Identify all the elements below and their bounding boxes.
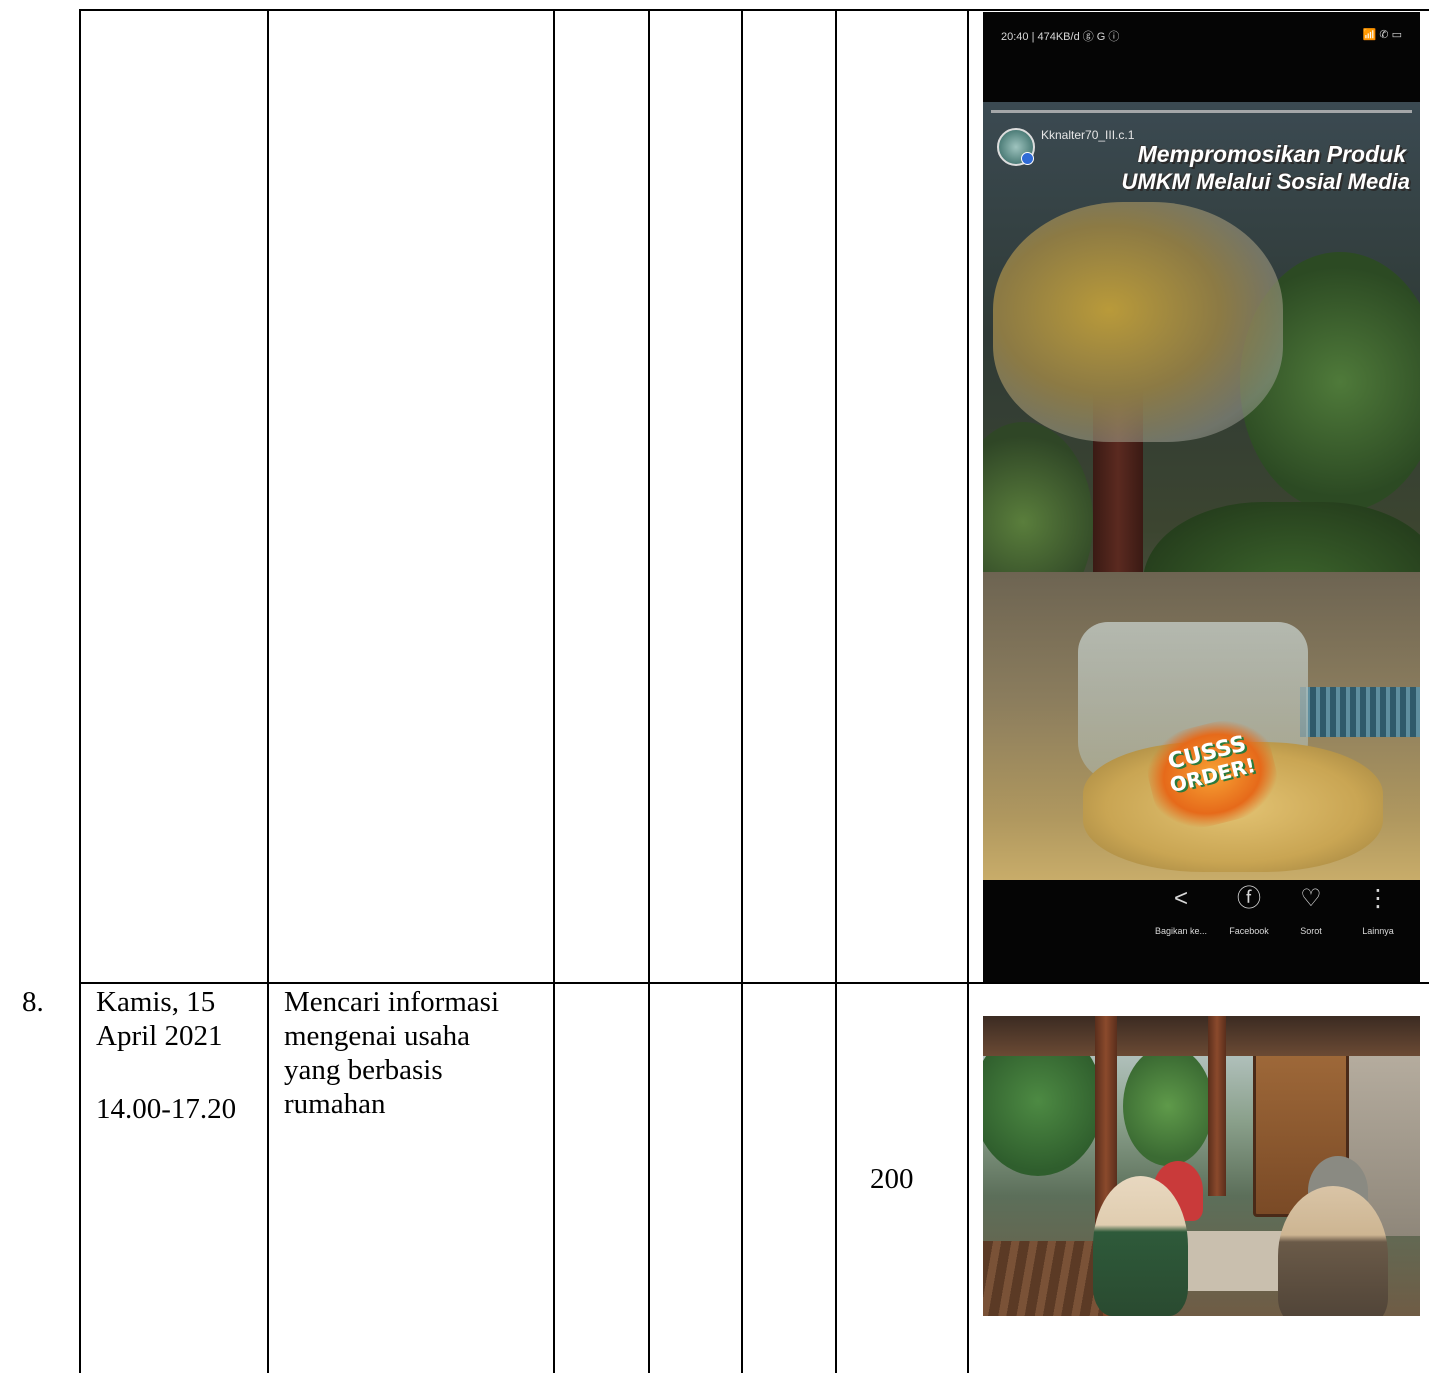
row-divider — [79, 982, 1429, 984]
person — [1278, 1186, 1388, 1316]
more-icon: ⋮ — [1366, 885, 1390, 912]
headline-line-2: UMKM Melalui Sosial Media — [1121, 169, 1411, 194]
bench — [983, 1241, 1103, 1316]
activity-line-2: mengenai usaha — [284, 1020, 471, 1052]
column-border — [79, 9, 81, 1373]
activity-photo — [983, 1016, 1420, 1316]
column-border — [835, 9, 837, 1373]
status-right: 📶 ✆ ▭ — [1362, 29, 1402, 41]
more-button[interactable]: ⋮ Lainnya — [1338, 884, 1418, 936]
column-border — [967, 9, 969, 1373]
phone-status-bar: 20:40 | 474KB/d ⓖ G ⓘ 📶 ✆ ▭ — [1001, 28, 1402, 52]
column-border — [648, 9, 650, 1373]
snack-bag — [993, 202, 1283, 442]
tree — [1123, 1046, 1213, 1166]
activity-line-4: rumahan — [284, 1088, 386, 1120]
headline-line-1: Mempromosikan Produk — [1137, 141, 1406, 167]
person — [1093, 1176, 1188, 1316]
column-border — [553, 9, 555, 1373]
value-cell: 200 — [870, 1163, 914, 1195]
column-border — [741, 9, 743, 1373]
date-line-1: Kamis, 15 — [96, 986, 216, 1018]
date-line-2: April 2021 — [96, 1020, 223, 1052]
more-label: Lainnya — [1362, 926, 1394, 936]
story-progress-bar — [991, 110, 1412, 113]
wooden-post — [1208, 1016, 1226, 1196]
roof — [983, 1016, 1420, 1056]
table-top-border — [79, 9, 1429, 11]
story-actions: < Bagikan ke... ⓕ Facebook ♡ Sorot ⋮ Lai… — [983, 884, 1420, 974]
fence — [1300, 687, 1420, 737]
status-left: 20:40 | 474KB/d ⓖ G ⓘ — [1001, 31, 1120, 43]
activity-line-1: Mencari informasi — [284, 986, 500, 1018]
order-sticker: CUSSS ORDER! — [1139, 710, 1286, 838]
column-border — [267, 9, 269, 1373]
activity-line-3: yang berbasis — [284, 1054, 443, 1086]
row-number: 8. — [22, 986, 44, 1018]
time-range: 14.00-17.20 — [96, 1093, 237, 1125]
story-image: Kknalter70_III.c.1 Mempromosikan Produk … — [983, 102, 1420, 880]
story-screenshot: 20:40 | 474KB/d ⓖ G ⓘ 📶 ✆ ▭ Kknalter70_I… — [983, 12, 1420, 982]
